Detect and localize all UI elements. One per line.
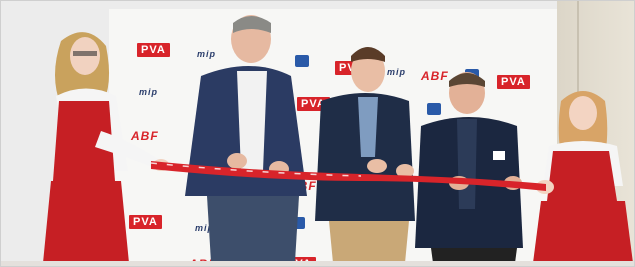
- floor: [1, 261, 634, 266]
- people-illustration: [43, 15, 633, 263]
- hostess-left: [43, 32, 169, 263]
- man-center: [315, 47, 415, 263]
- hostess-right: [533, 91, 633, 263]
- event-photo: PVA mip PVA mip ABF PVA mip PVA ABF ABF …: [0, 0, 635, 267]
- man-blazer-left: [185, 15, 307, 262]
- man-right: [415, 72, 523, 263]
